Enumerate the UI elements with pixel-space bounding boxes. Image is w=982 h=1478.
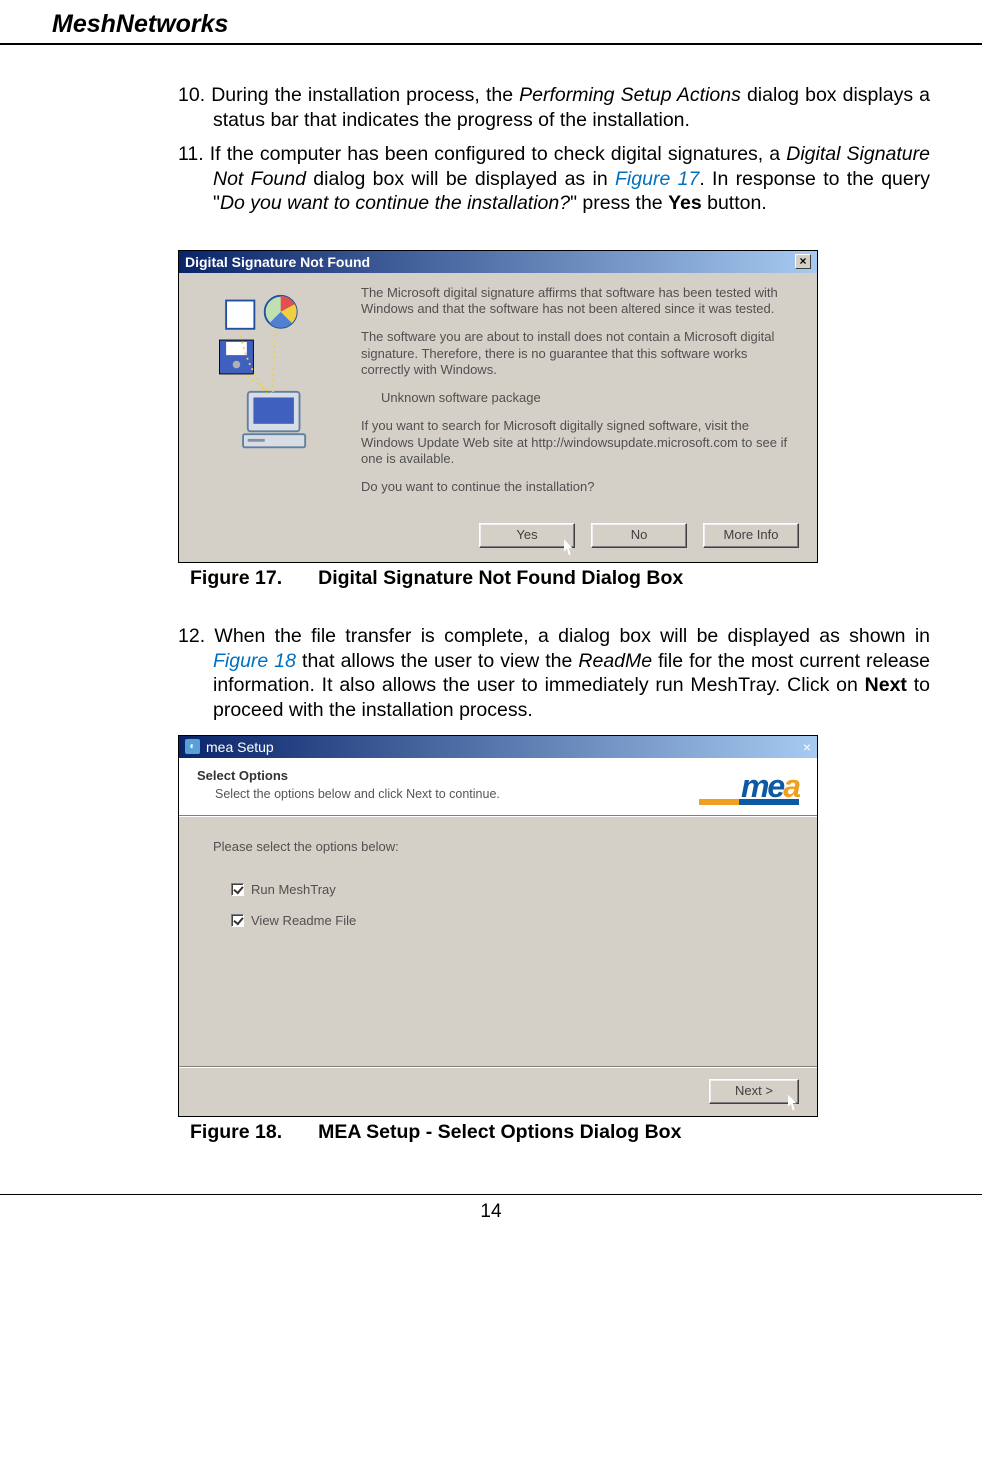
dialog-titlebar[interactable]: Digital Signature Not Found × xyxy=(179,251,817,273)
mea-setup-dialog: ◐ mea Setup × Select Options Select the … xyxy=(178,735,818,1117)
wizard-header-subtitle: Select the options below and click Next … xyxy=(215,787,500,801)
dialog-para-1: The Microsoft digital signature affirms … xyxy=(361,285,797,318)
dialog-para-3: If you want to search for Microsoft digi… xyxy=(361,418,797,467)
checkbox-run-meshtray[interactable]: Run MeshTray xyxy=(231,882,783,897)
step-italic: ReadMe xyxy=(578,650,652,672)
digital-signature-dialog: Digital Signature Not Found × xyxy=(178,250,818,564)
checkbox-view-readme[interactable]: View Readme File xyxy=(231,913,783,928)
dialog-title: mea Setup xyxy=(206,739,274,755)
wizard-header-title: Select Options xyxy=(197,768,500,783)
step-italic: Performing Setup Actions xyxy=(519,84,741,106)
step-text: If the computer has been configured to c… xyxy=(210,143,786,165)
step-text: dialog box will be displayed as in xyxy=(306,168,615,190)
figure-title: MEA Setup - Select Options Dialog Box xyxy=(318,1121,681,1143)
checkbox-label: Run MeshTray xyxy=(251,882,336,897)
more-info-button[interactable]: More Info xyxy=(703,523,799,548)
step-12: 12. When the file transfer is complete, … xyxy=(178,624,930,722)
dialog-para-2: The software you are about to install do… xyxy=(361,329,797,378)
dialog-package-name: Unknown software package xyxy=(381,390,797,406)
figure-18: ◐ mea Setup × Select Options Select the … xyxy=(178,735,930,1144)
no-button[interactable]: No xyxy=(591,523,687,548)
figure-link-18[interactable]: Figure 18 xyxy=(213,650,296,672)
step-text: button. xyxy=(702,192,767,214)
close-icon[interactable]: × xyxy=(795,254,811,269)
figure-18-caption: Figure 18. MEA Setup - Select Options Dia… xyxy=(178,1121,930,1144)
checkbox-icon[interactable] xyxy=(231,914,244,927)
page-number: 14 xyxy=(480,1201,501,1222)
step-text: When the file transfer is complete, a di… xyxy=(214,625,930,647)
step-number: 11. xyxy=(178,143,204,165)
step-text: " press the xyxy=(570,192,668,214)
content-area: 10. During the installation process, the… xyxy=(0,83,982,1144)
step-10: 10. During the installation process, the… xyxy=(178,83,930,132)
figure-number: Figure 17. xyxy=(190,567,282,590)
page-footer: 14 xyxy=(0,1194,982,1229)
figure-link-17[interactable]: Figure 17 xyxy=(615,168,699,190)
step-11: 11. If the computer has been configured … xyxy=(178,142,930,216)
app-icon: ◐ xyxy=(185,739,200,754)
checkbox-label: View Readme File xyxy=(251,913,356,928)
step-number: 10. xyxy=(178,84,205,106)
step-bold: Next xyxy=(865,674,907,696)
brand-title: MeshNetworks xyxy=(52,10,930,39)
step-text: During the installation process, the xyxy=(211,84,519,106)
dialog-graphic xyxy=(191,285,361,508)
dialog-para-4: Do you want to continue the installation… xyxy=(361,479,797,495)
step-quote: Do you want to continue the installation… xyxy=(220,192,570,214)
next-button[interactable]: Next > xyxy=(709,1079,799,1104)
checkbox-icon[interactable] xyxy=(231,883,244,896)
figure-17-caption: Figure 17. Digital Signature Not Found Di… xyxy=(178,567,930,590)
figure-number: Figure 18. xyxy=(190,1121,282,1144)
page-header: MeshNetworks xyxy=(0,0,982,45)
step-number: 12. xyxy=(178,625,205,647)
close-icon[interactable]: × xyxy=(803,739,811,755)
step-bold: Yes xyxy=(668,192,702,214)
dialog-title: Digital Signature Not Found xyxy=(185,254,370,270)
options-prompt: Please select the options below: xyxy=(213,839,783,854)
dialog-titlebar[interactable]: ◐ mea Setup × xyxy=(179,736,817,758)
figure-title: Digital Signature Not Found Dialog Box xyxy=(318,567,683,589)
step-text: that allows the user to view the xyxy=(296,650,578,672)
figure-17: Digital Signature Not Found × xyxy=(178,250,930,591)
yes-button[interactable]: Yes xyxy=(479,523,575,548)
mea-logo: mea xyxy=(699,768,799,805)
